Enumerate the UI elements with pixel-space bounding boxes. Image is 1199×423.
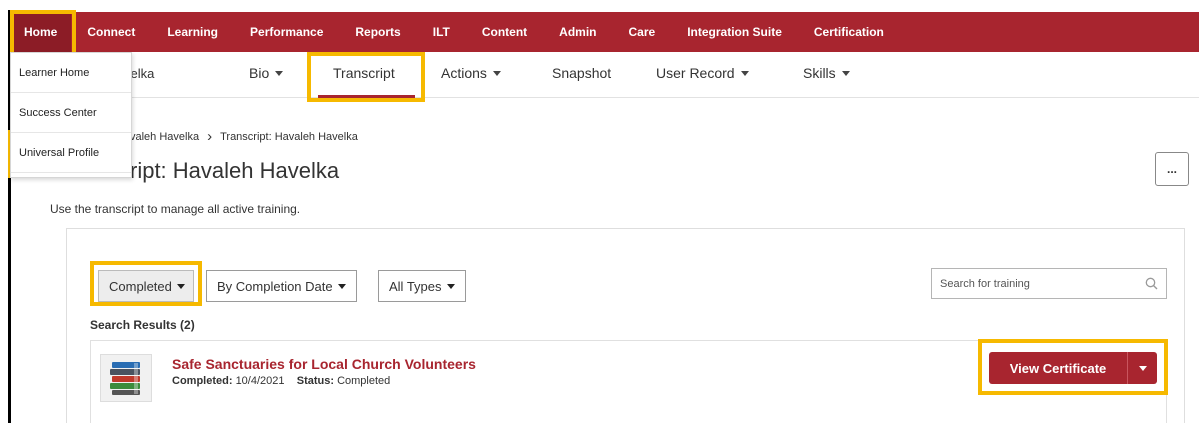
nav-care[interactable]: Care (613, 12, 672, 52)
tab-snapshot[interactable]: Snapshot (552, 65, 611, 81)
chevron-down-icon (492, 70, 501, 76)
nav-ilt[interactable]: ILT (417, 12, 466, 52)
search-icon[interactable] (1145, 277, 1158, 290)
sort-dropdown[interactable]: By Completion Date (206, 270, 357, 302)
chevron-down-icon (1138, 365, 1147, 371)
menu-item-success-center[interactable]: Success Center (11, 93, 131, 133)
nav-reports[interactable]: Reports (339, 12, 416, 52)
page-title: ript: Havaleh Havelka (130, 158, 340, 183)
home-dropdown-menu: Learner Home Success Center Universal Pr… (10, 52, 132, 178)
chevron-down-icon (841, 70, 850, 76)
view-certificate-menu-toggle[interactable] (1127, 352, 1157, 384)
search-input[interactable] (940, 277, 1130, 290)
status-filter-label: Completed (109, 278, 172, 294)
nav-content[interactable]: Content (466, 12, 543, 52)
chevron-down-icon (275, 70, 284, 76)
course-title-link[interactable]: Safe Sanctuaries for Local Church Volunt… (172, 356, 476, 372)
app-frame: Home Connect Learning Performance Report… (0, 0, 1199, 423)
breadcrumb: valeh Havelka › Transcript: Havaleh Have… (130, 128, 358, 145)
view-certificate-label: View Certificate (1009, 360, 1107, 376)
nav-performance[interactable]: Performance (234, 12, 339, 52)
completed-label: Completed: (172, 375, 233, 387)
chevron-down-icon (740, 70, 749, 76)
course-meta: Completed: 10/4/2021 Status: Completed (172, 375, 390, 387)
tab-user-record[interactable]: User Record (656, 65, 749, 81)
nav-connect[interactable]: Connect (71, 12, 151, 52)
tab-bio[interactable]: Bio (249, 65, 284, 81)
status-value: Completed (337, 375, 391, 387)
tab-transcript-label: Transcript (333, 65, 395, 81)
tab-skills-label: Skills (803, 65, 836, 81)
breadcrumb-parent[interactable]: valeh Havelka (130, 131, 199, 143)
view-certificate-button[interactable]: View Certificate (989, 352, 1157, 384)
menu-item-learner-home[interactable]: Learner Home (11, 53, 131, 93)
tab-skills[interactable]: Skills (803, 65, 850, 81)
sort-label: By Completion Date (217, 278, 333, 294)
training-search (931, 268, 1167, 299)
tab-actions-label: Actions (441, 65, 487, 81)
chevron-down-icon (176, 283, 185, 289)
tab-bio-label: Bio (249, 65, 270, 81)
type-filter-label: All Types (389, 278, 442, 294)
type-filter-dropdown[interactable]: All Types (378, 270, 466, 302)
top-nav: Home Connect Learning Performance Report… (10, 12, 1199, 52)
active-tab-indicator (318, 95, 415, 98)
page-description: Use the transcript to manage all active … (50, 202, 301, 216)
nav-integration-suite[interactable]: Integration Suite (671, 12, 798, 52)
nav-home[interactable]: Home (10, 12, 72, 52)
tab-transcript[interactable]: Transcript (333, 65, 395, 81)
breadcrumb-current: Transcript: Havaleh Havelka (220, 130, 358, 143)
book-stack-icon (100, 354, 152, 402)
tab-actions[interactable]: Actions (441, 65, 501, 81)
ellipsis-icon: ... (1166, 162, 1177, 176)
search-results-count: Search Results (2) (90, 318, 195, 332)
nav-certification[interactable]: Certification (798, 12, 900, 52)
tab-snapshot-label: Snapshot (552, 65, 612, 81)
status-label: Status: (296, 375, 335, 387)
chevron-down-icon (337, 283, 346, 289)
nav-admin[interactable]: Admin (543, 12, 612, 52)
chevron-down-icon (446, 283, 455, 289)
status-filter-dropdown[interactable]: Completed (98, 270, 194, 302)
menu-item-universal-profile[interactable]: Universal Profile (11, 133, 131, 173)
completed-date: 10/4/2021 (235, 375, 285, 387)
chevron-right-icon: › (207, 128, 213, 145)
more-options-button[interactable]: ... (1155, 152, 1189, 186)
nav-learning[interactable]: Learning (151, 12, 234, 52)
profile-subnav: velka Bio Transcript Actions Snapshot Us… (10, 52, 1199, 98)
tab-user-record-label: User Record (656, 65, 735, 81)
